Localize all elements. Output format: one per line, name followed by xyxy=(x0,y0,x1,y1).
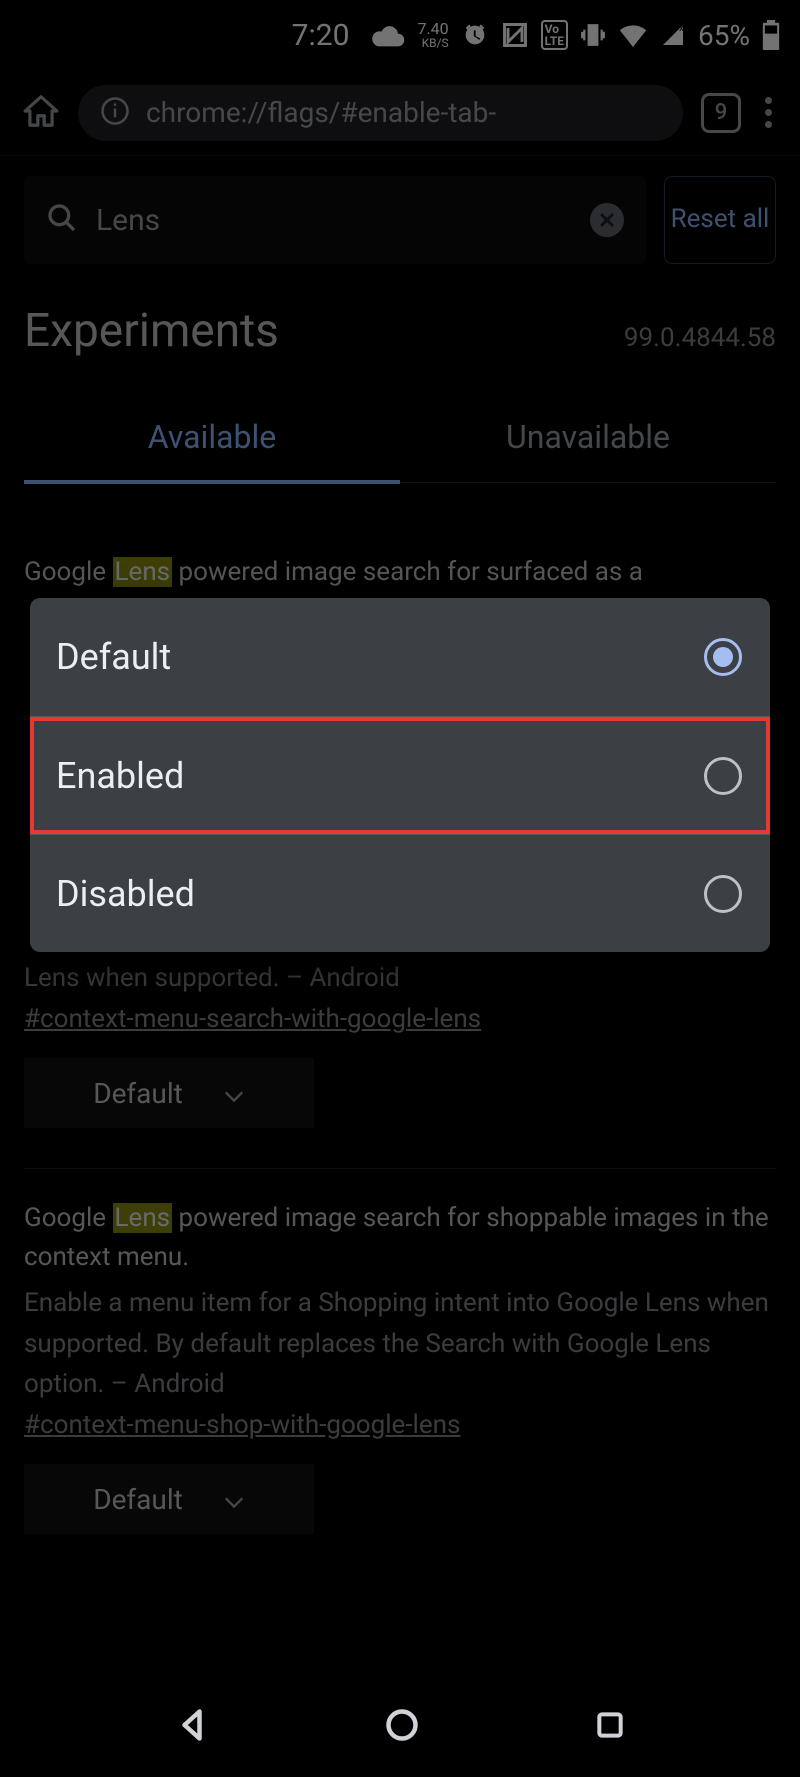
site-info-icon[interactable] xyxy=(100,96,130,130)
url-bar[interactable]: chrome://flags/#enable-tab- xyxy=(78,85,683,141)
nfc-icon xyxy=(501,21,529,49)
chevron-down-icon xyxy=(223,1483,245,1516)
tabs: Available Unavailable xyxy=(24,418,776,483)
svg-text:x: x xyxy=(679,23,684,34)
flag-hash-link[interactable]: #context-menu-search-with-google-lens xyxy=(24,1004,481,1034)
nav-back-button[interactable] xyxy=(174,1707,210,1747)
wifi-icon xyxy=(618,23,648,47)
cloud-icon xyxy=(371,23,405,47)
flag-title: Google Lens powered image search for sho… xyxy=(24,1199,776,1277)
option-disabled[interactable]: Disabled xyxy=(30,834,770,952)
clear-search-button[interactable] xyxy=(590,203,624,237)
home-button[interactable] xyxy=(22,92,60,134)
flag-description: Enable a menu item for a Shopping intent… xyxy=(24,1283,776,1404)
flag-hash-link[interactable]: #context-menu-shop-with-google-lens xyxy=(24,1410,460,1440)
url-text: chrome://flags/#enable-tab- xyxy=(146,96,496,129)
flag-item: Google Lens powered image search for sho… xyxy=(24,1199,776,1534)
alarm-icon xyxy=(461,21,489,49)
tab-unavailable[interactable]: Unavailable xyxy=(400,418,776,482)
vibrate-icon xyxy=(580,21,606,49)
flag-option-popup: Default Enabled Disabled xyxy=(30,598,770,952)
tab-available[interactable]: Available xyxy=(24,418,400,484)
battery-icon xyxy=(762,20,780,50)
chevron-down-icon xyxy=(223,1077,245,1110)
radio-icon xyxy=(704,757,742,795)
divider xyxy=(24,1168,776,1169)
page-title: Experiments xyxy=(24,304,279,358)
android-navbar xyxy=(0,1677,800,1777)
browser-toolbar: chrome://flags/#enable-tab- 9 xyxy=(0,70,800,155)
overflow-menu-button[interactable] xyxy=(759,91,778,134)
flag-title: Google Lens powered image search for sur… xyxy=(24,553,776,592)
flag-dropdown[interactable]: Default xyxy=(24,1058,314,1128)
status-netspeed: 7.40 KB/S xyxy=(417,21,448,49)
signal-icon: x xyxy=(660,23,686,47)
radio-icon xyxy=(704,875,742,913)
flag-description-tail: Lens when supported. – Android xyxy=(24,958,776,998)
option-enabled[interactable]: Enabled xyxy=(30,716,770,834)
status-time: 7:20 xyxy=(292,18,350,53)
nav-home-button[interactable] xyxy=(384,1707,420,1747)
search-icon xyxy=(46,202,78,238)
chrome-version: 99.0.4844.58 xyxy=(624,323,776,353)
nav-recents-button[interactable] xyxy=(594,1709,626,1745)
radio-selected-icon xyxy=(704,638,742,676)
tab-switcher-button[interactable]: 9 xyxy=(701,93,741,133)
status-battery-pct: 65% xyxy=(698,19,750,52)
volte-icon: VoLTE xyxy=(541,20,568,50)
flag-dropdown[interactable]: Default xyxy=(24,1464,314,1534)
reset-all-button[interactable]: Reset all xyxy=(664,176,776,264)
search-value: Lens xyxy=(96,203,572,238)
flags-search-input[interactable]: Lens xyxy=(24,176,646,264)
status-bar: 7:20 7.40 KB/S VoLTE x 65% xyxy=(0,0,800,70)
option-default[interactable]: Default xyxy=(30,598,770,716)
